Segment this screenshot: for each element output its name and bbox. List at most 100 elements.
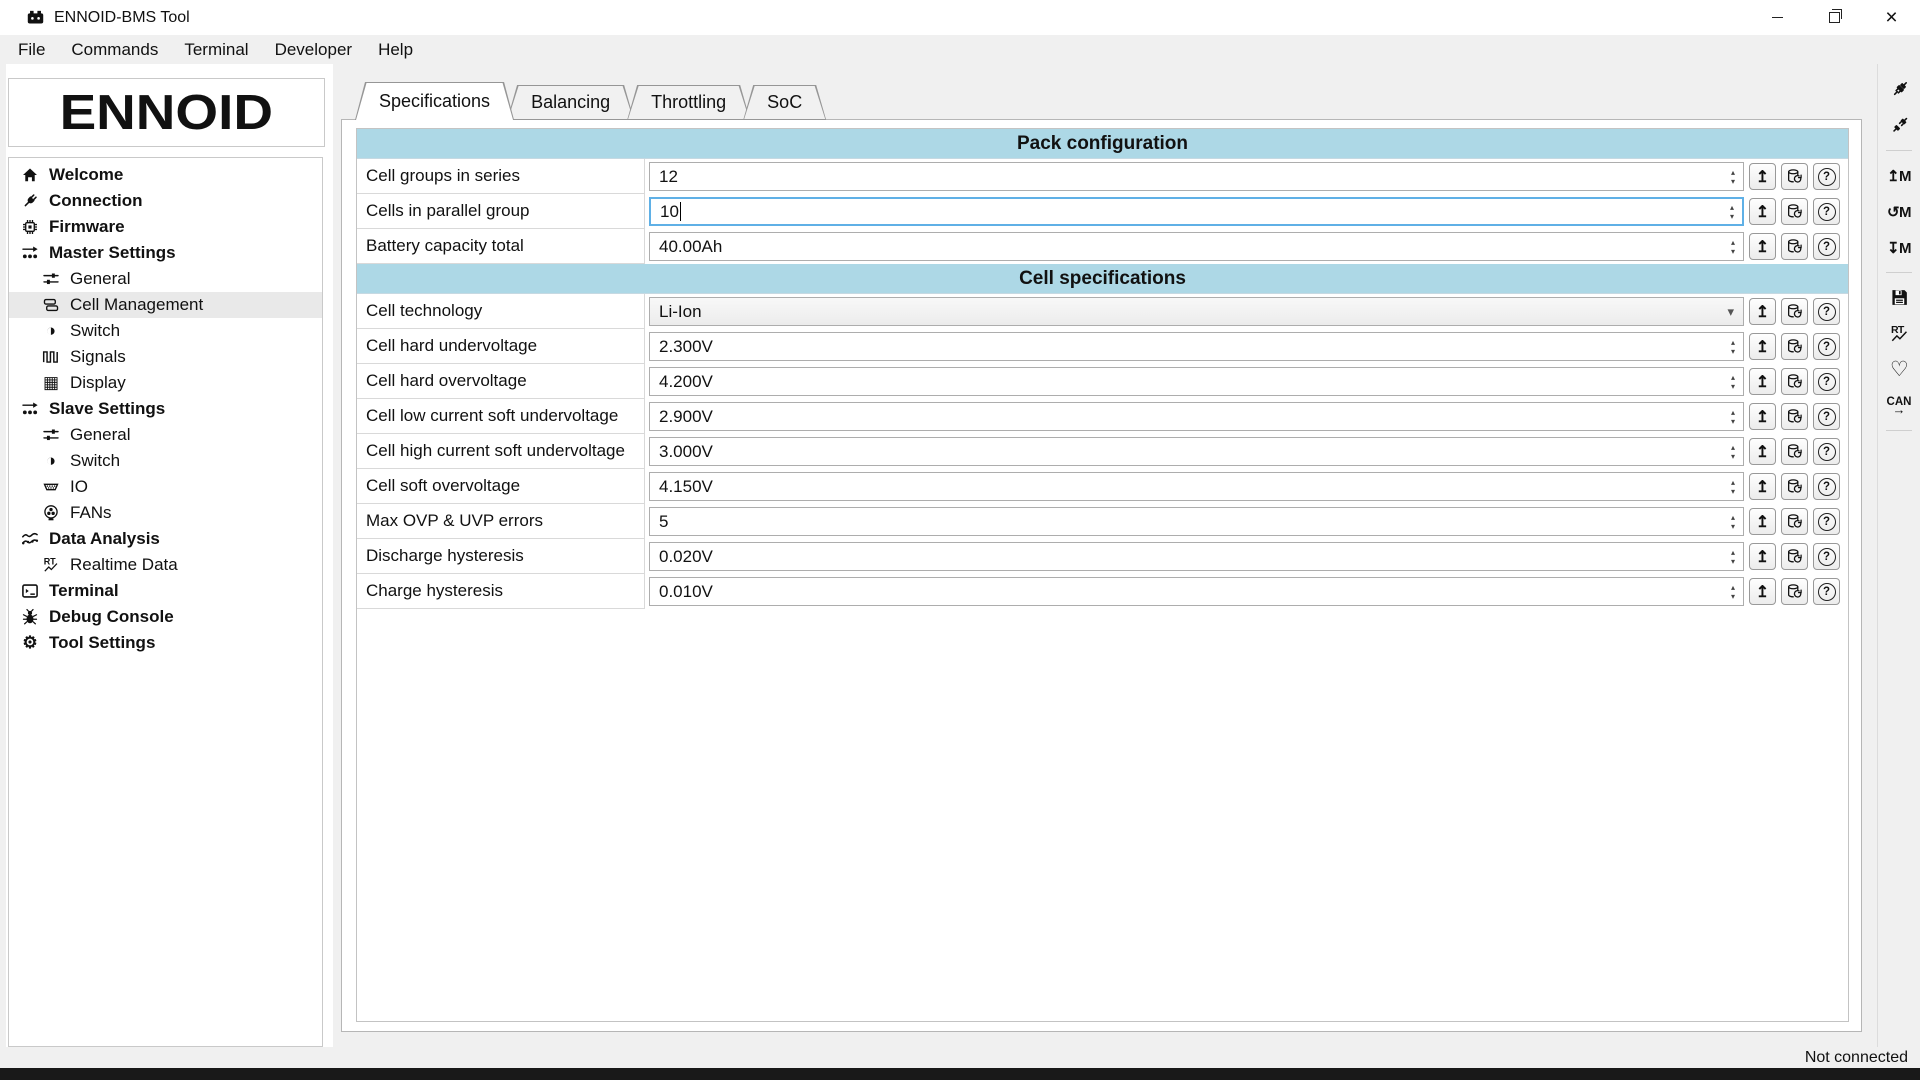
- spinner-buttons[interactable]: ▴▾: [1725, 404, 1741, 429]
- read-value-button[interactable]: [1781, 403, 1808, 430]
- sidebar-item-fans[interactable]: FANs: [9, 500, 322, 526]
- read-value-button[interactable]: [1781, 508, 1808, 535]
- help-button[interactable]: ?: [1813, 298, 1840, 325]
- sidebar-item-switch[interactable]: ◑Switch: [9, 448, 322, 474]
- sidebar-item-general[interactable]: General: [9, 422, 322, 448]
- spinner-buttons[interactable]: ▴▾: [1725, 474, 1741, 499]
- help-button[interactable]: ?: [1813, 543, 1840, 570]
- read-value-button[interactable]: [1781, 368, 1808, 395]
- max-ovp-uvp-errors-input[interactable]: 5▴▾: [649, 507, 1744, 536]
- read-value-button[interactable]: [1781, 333, 1808, 360]
- write-value-button[interactable]: ↥: [1749, 578, 1776, 605]
- realtime-data-button[interactable]: RT: [1883, 320, 1915, 347]
- sync-master-button[interactable]: ↺M: [1883, 198, 1915, 225]
- sidebar-item-signals[interactable]: Signals: [9, 344, 322, 370]
- sidebar-item-terminal[interactable]: Terminal: [9, 578, 322, 604]
- sidebar-item-switch[interactable]: ◑Switch: [9, 318, 322, 344]
- support-button[interactable]: ♡: [1883, 356, 1915, 383]
- cell-high-current-soft-undervoltage-input[interactable]: 3.000V▴▾: [649, 437, 1744, 466]
- spinner-buttons[interactable]: ▴▾: [1725, 234, 1741, 259]
- write-value-button[interactable]: ↥: [1749, 473, 1776, 500]
- sidebar-item-tool-settings[interactable]: ⚙Tool Settings: [9, 630, 322, 656]
- spinner-buttons[interactable]: ▴▾: [1725, 579, 1741, 604]
- write-value-button[interactable]: ↥: [1749, 368, 1776, 395]
- help-button[interactable]: ?: [1813, 163, 1840, 190]
- help-button[interactable]: ?: [1813, 403, 1840, 430]
- write-value-button[interactable]: ↥: [1749, 333, 1776, 360]
- disconnect-button[interactable]: [1883, 112, 1915, 139]
- can-bus-button[interactable]: CAN→: [1883, 392, 1915, 419]
- read-value-button[interactable]: [1781, 198, 1808, 225]
- spinner-buttons[interactable]: ▴▾: [1725, 544, 1741, 569]
- read-value-button[interactable]: [1781, 298, 1808, 325]
- close-button[interactable]: ×: [1863, 0, 1920, 35]
- read-master-button[interactable]: ↧M: [1883, 234, 1915, 261]
- cell-soft-overvoltage-input[interactable]: 4.150V▴▾: [649, 472, 1744, 501]
- cell-groups-in-series-input[interactable]: 12▴▾: [649, 162, 1744, 191]
- write-value-button[interactable]: ↥: [1749, 233, 1776, 260]
- cell-low-current-soft-undervoltage-input[interactable]: 2.900V▴▾: [649, 402, 1744, 431]
- help-button[interactable]: ?: [1813, 473, 1840, 500]
- spinner-buttons[interactable]: ▴▾: [1724, 200, 1740, 223]
- write-value-button[interactable]: ↥: [1749, 403, 1776, 430]
- sidebar-item-data-analysis[interactable]: Data Analysis: [9, 526, 322, 552]
- read-value-button[interactable]: [1781, 473, 1808, 500]
- spinner-buttons[interactable]: ▴▾: [1725, 334, 1741, 359]
- write-master-button[interactable]: ↥M: [1883, 162, 1915, 189]
- sidebar-item-io[interactable]: IO: [9, 474, 322, 500]
- read-value-button[interactable]: [1781, 578, 1808, 605]
- sidebar-item-general[interactable]: General: [9, 266, 322, 292]
- charge-hysteresis-input[interactable]: 0.010V▴▾: [649, 577, 1744, 606]
- tab-soc[interactable]: SoC: [743, 85, 826, 120]
- save-button[interactable]: [1883, 284, 1915, 311]
- help-button[interactable]: ?: [1813, 333, 1840, 360]
- sidebar-item-firmware[interactable]: Firmware: [9, 214, 322, 240]
- tab-specifications[interactable]: Specifications: [355, 82, 514, 120]
- battery-capacity-total-input[interactable]: 40.00Ah▴▾: [649, 232, 1744, 261]
- cell-hard-overvoltage-input[interactable]: 4.200V▴▾: [649, 367, 1744, 396]
- read-value-button[interactable]: [1781, 543, 1808, 570]
- minimize-button[interactable]: [1749, 0, 1806, 35]
- help-button[interactable]: ?: [1813, 438, 1840, 465]
- sidebar-item-label: Master Settings: [49, 243, 176, 263]
- menu-commands[interactable]: Commands: [58, 35, 171, 64]
- cell-technology-select[interactable]: Li-Ion▾: [649, 297, 1744, 326]
- tab-balancing[interactable]: Balancing: [507, 85, 634, 120]
- cells-in-parallel-group-input[interactable]: 10▴▾: [649, 197, 1744, 226]
- sidebar-item-welcome[interactable]: Welcome: [9, 162, 322, 188]
- read-value-button[interactable]: [1781, 163, 1808, 190]
- write-value-button[interactable]: ↥: [1749, 163, 1776, 190]
- menu-developer[interactable]: Developer: [262, 35, 366, 64]
- help-button[interactable]: ?: [1813, 578, 1840, 605]
- sidebar-item-connection[interactable]: Connection: [9, 188, 322, 214]
- spinner-buttons[interactable]: ▴▾: [1725, 509, 1741, 534]
- write-value-button[interactable]: ↥: [1749, 438, 1776, 465]
- write-value-button[interactable]: ↥: [1749, 198, 1776, 225]
- help-button[interactable]: ?: [1813, 508, 1840, 535]
- help-button[interactable]: ?: [1813, 198, 1840, 225]
- read-value-button[interactable]: [1781, 438, 1808, 465]
- read-value-button[interactable]: [1781, 233, 1808, 260]
- menu-help[interactable]: Help: [365, 35, 426, 64]
- maximize-button[interactable]: [1806, 0, 1863, 35]
- menu-file[interactable]: File: [5, 35, 58, 64]
- sidebar-item-master-settings[interactable]: Master Settings: [9, 240, 322, 266]
- discharge-hysteresis-input[interactable]: 0.020V▴▾: [649, 542, 1744, 571]
- write-value-button[interactable]: ↥: [1749, 543, 1776, 570]
- connect-button[interactable]: [1883, 76, 1915, 103]
- help-button[interactable]: ?: [1813, 233, 1840, 260]
- write-value-button[interactable]: ↥: [1749, 508, 1776, 535]
- menu-terminal[interactable]: Terminal: [171, 35, 261, 64]
- tab-throttling[interactable]: Throttling: [627, 85, 750, 120]
- spinner-buttons[interactable]: ▴▾: [1725, 164, 1741, 189]
- sidebar-item-slave-settings[interactable]: Slave Settings: [9, 396, 322, 422]
- spinner-buttons[interactable]: ▴▾: [1725, 439, 1741, 464]
- sidebar-item-debug-console[interactable]: Debug Console: [9, 604, 322, 630]
- sidebar-item-realtime-data[interactable]: RTRealtime Data: [9, 552, 322, 578]
- spinner-buttons[interactable]: ▴▾: [1725, 369, 1741, 394]
- sidebar-item-display[interactable]: ▦Display: [9, 370, 322, 396]
- help-button[interactable]: ?: [1813, 368, 1840, 395]
- sidebar-item-cell-management[interactable]: Cell Management: [9, 292, 322, 318]
- write-value-button[interactable]: ↥: [1749, 298, 1776, 325]
- cell-hard-undervoltage-input[interactable]: 2.300V▴▾: [649, 332, 1744, 361]
